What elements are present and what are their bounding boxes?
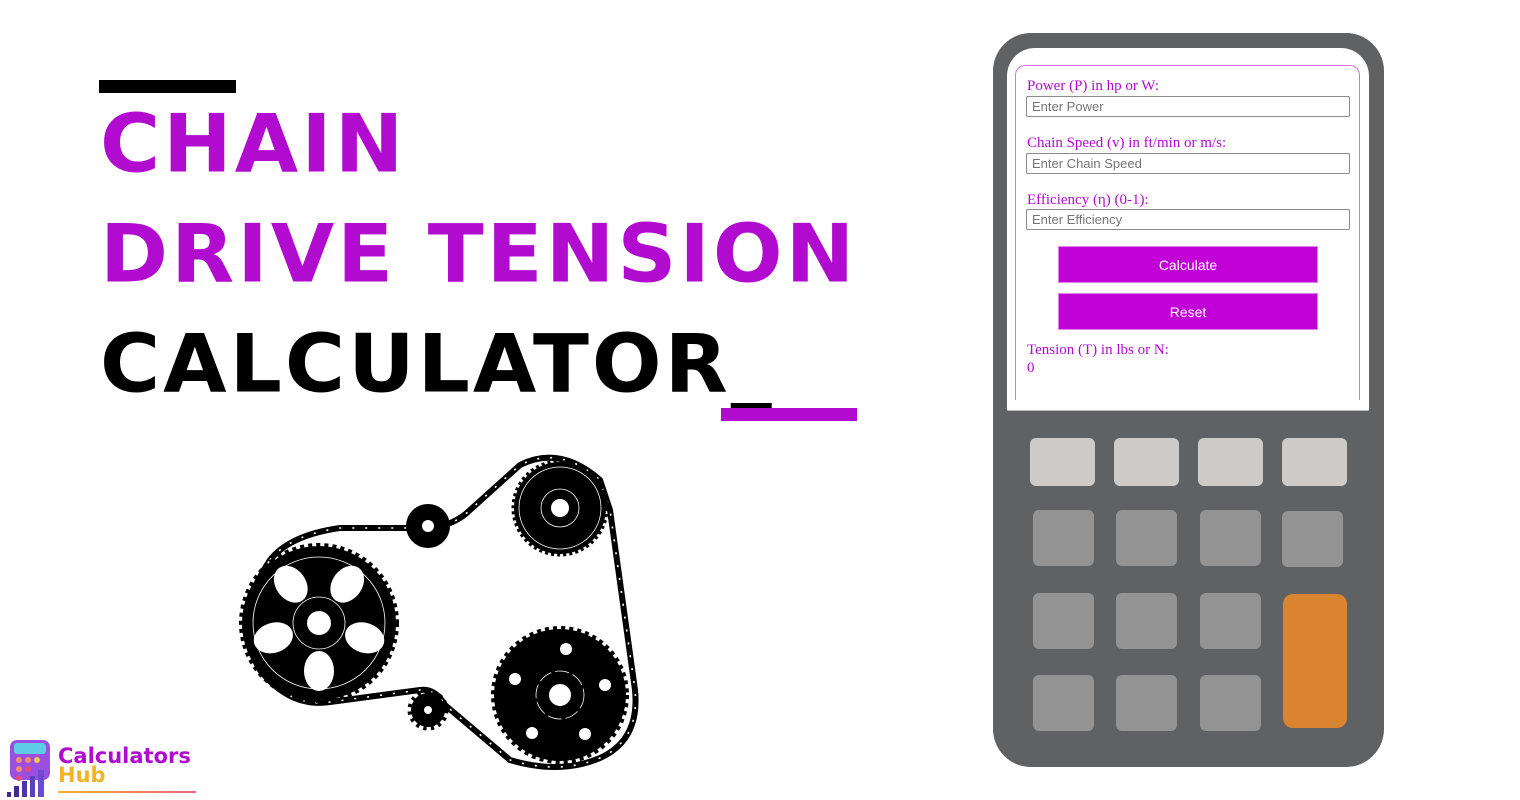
keypad-key	[1200, 675, 1261, 731]
efficiency-label: Efficiency (η) (0-1):	[1027, 192, 1149, 208]
calculate-button[interactable]: Calculate	[1058, 246, 1318, 283]
keypad-key	[1114, 438, 1179, 486]
efficiency-input[interactable]	[1026, 209, 1350, 230]
calculators-hub-logo[interactable]: Calculators Hub	[6, 738, 196, 800]
keypad-equals-key	[1283, 594, 1347, 728]
chain-drive-illustration	[239, 454, 639, 770]
power-label: Power (P) in hp or W:	[1027, 78, 1160, 94]
power-input[interactable]	[1026, 96, 1350, 117]
keypad-key	[1282, 511, 1343, 567]
logo-text-hub: Hub	[58, 763, 106, 787]
keypad-key	[1200, 593, 1261, 649]
keypad-key	[1033, 593, 1094, 649]
keypad-key	[1116, 593, 1177, 649]
idler-pulley	[406, 504, 450, 548]
small-star-sprocket	[407, 689, 449, 731]
keypad-key	[1198, 438, 1263, 486]
title-line-chain: CHAIN	[100, 97, 407, 192]
title-line-drive-tension: DRIVE TENSION	[100, 207, 858, 302]
keypad-key	[1116, 675, 1177, 731]
tension-result-label: Tension (T) in lbs or N:	[1027, 342, 1169, 358]
chain-speed-input[interactable]	[1026, 153, 1350, 174]
keypad-key	[1200, 510, 1261, 566]
keypad-key	[1033, 510, 1094, 566]
title-line-calculator: CALCULATOR_	[100, 317, 775, 412]
keypad-key	[1282, 438, 1347, 486]
large-spoked-sprocket	[239, 543, 399, 703]
logo-underline	[58, 791, 196, 793]
title-underline-bar	[721, 408, 857, 421]
keypad-key	[1033, 675, 1094, 731]
title-top-bar	[99, 80, 236, 93]
calculator-logo-icon	[7, 740, 50, 797]
keypad-key	[1116, 510, 1177, 566]
keypad-key	[1030, 438, 1095, 486]
chain-speed-label: Chain Speed (v) in ft/min or m/s:	[1027, 135, 1227, 151]
reset-button[interactable]: Reset	[1058, 293, 1318, 330]
tension-result-value: 0	[1027, 360, 1035, 376]
lower-right-sprocket	[491, 626, 629, 764]
upper-right-sprocket	[511, 459, 609, 557]
